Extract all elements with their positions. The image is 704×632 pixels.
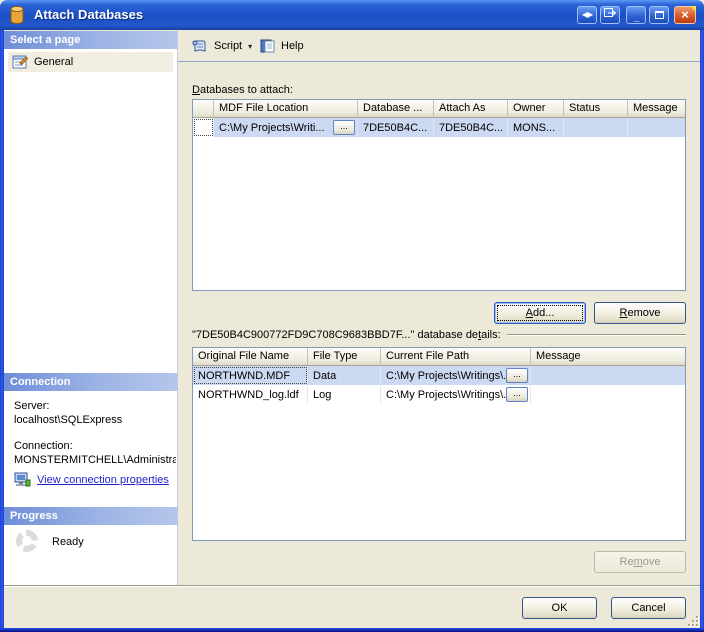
script-label: Script (214, 40, 243, 52)
databases-to-attach-grid[interactable]: MDF File Location Database ... Attach As… (192, 99, 686, 291)
progress-spinner-icon (16, 530, 38, 552)
file-name-cell[interactable]: NORTHWND.MDF (193, 366, 308, 385)
database-details-grid[interactable]: Original File Name File Type Current Fil… (192, 347, 686, 541)
title-bar[interactable]: Attach Databases ◀▶ _ × (0, 0, 704, 30)
file-path-cell[interactable]: C:\My Projects\Writings\... ... (381, 385, 531, 404)
grid1-header-status[interactable]: Status (564, 100, 628, 117)
grid1-header-mdf[interactable]: MDF File Location (214, 100, 358, 117)
close-button[interactable]: × (674, 6, 696, 24)
sidebar-item-general[interactable]: General (8, 52, 173, 72)
grid1-header-owner[interactable]: Owner (508, 100, 564, 117)
help-button[interactable]: Help (256, 36, 307, 56)
select-a-page-header: Select a page (4, 31, 178, 49)
database-details-label: "7DE50B4C900772FD9C708C9683BBD7F..." dat… (192, 329, 686, 341)
database-icon (8, 5, 26, 28)
row-selector-cell[interactable] (193, 118, 214, 137)
server-label: Server: (14, 400, 50, 412)
script-dropdown-icon[interactable]: ▾ (248, 42, 252, 51)
connection-properties-icon (14, 472, 31, 487)
script-icon (192, 40, 206, 52)
window-border-right (700, 30, 704, 628)
grid1-header-database[interactable]: Database ... (358, 100, 434, 117)
server-value: localhost\SQLExpress (14, 414, 123, 426)
grid2-header-path[interactable]: Current File Path (381, 348, 531, 365)
message-cell[interactable] (531, 385, 685, 404)
sidebar-item-label: General (34, 56, 74, 68)
message-cell[interactable] (628, 118, 685, 137)
script-button[interactable]: Script ▾ (188, 36, 255, 56)
grid1-header-message[interactable]: Message (628, 100, 685, 117)
table-row[interactable]: C:\My Projects\Writi... ... 7DE50B4C... … (193, 118, 685, 137)
progress-header: Progress (4, 507, 178, 525)
grid2-header-type[interactable]: File Type (308, 348, 381, 365)
message-cell[interactable] (531, 366, 685, 385)
add-button[interactable]: Add... (494, 302, 586, 324)
select-a-page-panel: General (4, 49, 178, 373)
float-window-button[interactable] (600, 6, 620, 24)
mdf-location-cell[interactable]: C:\My Projects\Writi... ... (214, 118, 358, 137)
remove-button[interactable]: Remove (594, 302, 686, 324)
grid2-header-message[interactable]: Message (531, 348, 685, 365)
connection-label: Connection: (14, 440, 73, 452)
view-connection-properties-link[interactable]: View connection properties (14, 472, 169, 488)
file-type-cell[interactable]: Data (308, 366, 381, 385)
grid1-header-selector (193, 100, 214, 117)
table-row[interactable]: NORTHWND.MDF Data C:\My Projects\Writing… (193, 366, 685, 385)
browse-button[interactable]: ... (333, 120, 355, 135)
bottom-separator (4, 585, 700, 587)
corner-fold (690, 6, 696, 12)
attach-as-cell[interactable]: 7DE50B4C... (434, 118, 508, 137)
help-label: Help (281, 40, 304, 52)
grid1-header-attach-as[interactable]: Attach As (434, 100, 508, 117)
grid2-header-row: Original File Name File Type Current Fil… (193, 348, 685, 366)
float-window-icon (604, 8, 617, 17)
database-name-cell[interactable]: 7DE50B4C... (358, 118, 434, 137)
grid2-header-name[interactable]: Original File Name (193, 348, 308, 365)
dialog-toolbar: Script ▾ Help (178, 30, 700, 62)
connection-value: MONSTERMITCHELL\Administra (14, 454, 176, 466)
file-type-cell[interactable]: Log (308, 385, 381, 404)
resize-grip[interactable] (686, 614, 698, 626)
status-cell[interactable] (564, 118, 628, 137)
maximize-button[interactable] (649, 6, 669, 24)
minimize-button[interactable]: _ (626, 6, 646, 24)
browse-button[interactable]: ... (506, 387, 528, 402)
attach-databases-dialog: Attach Databases ◀▶ _ × Select a page Ge… (0, 0, 704, 632)
remove-details-button[interactable]: Remove (594, 551, 686, 573)
help-icon (260, 39, 275, 53)
minimize-icon: _ (633, 11, 639, 23)
grid1-header-row: MDF File Location Database ... Attach As… (193, 100, 685, 118)
databases-to-attach-label: Databases to attach: (192, 84, 293, 96)
cancel-button[interactable]: Cancel (611, 597, 686, 619)
link-label: View connection properties (37, 474, 169, 486)
file-name-cell[interactable]: NORTHWND_log.ldf (193, 385, 308, 404)
browse-button[interactable]: ... (506, 368, 528, 383)
owner-cell[interactable]: MONS... (508, 118, 564, 137)
progress-panel: Ready (4, 525, 178, 587)
dock-arrows-icon: ◀▶ (581, 10, 593, 19)
window-title: Attach Databases (34, 7, 144, 22)
general-page-icon (12, 55, 28, 69)
connection-panel: Server: localhost\SQLExpress Connection:… (4, 391, 178, 507)
details-separator-line (506, 334, 686, 336)
window-border-bottom (0, 628, 704, 632)
table-row[interactable]: NORTHWND_log.ldf Log C:\My Projects\Writ… (193, 385, 685, 404)
connection-header: Connection (4, 373, 178, 391)
dock-arrows-button[interactable]: ◀▶ (577, 6, 597, 24)
progress-status: Ready (52, 536, 84, 548)
ok-button[interactable]: OK (522, 597, 597, 619)
maximize-icon (654, 11, 664, 19)
file-path-cell[interactable]: C:\My Projects\Writings\... ... (381, 366, 531, 385)
